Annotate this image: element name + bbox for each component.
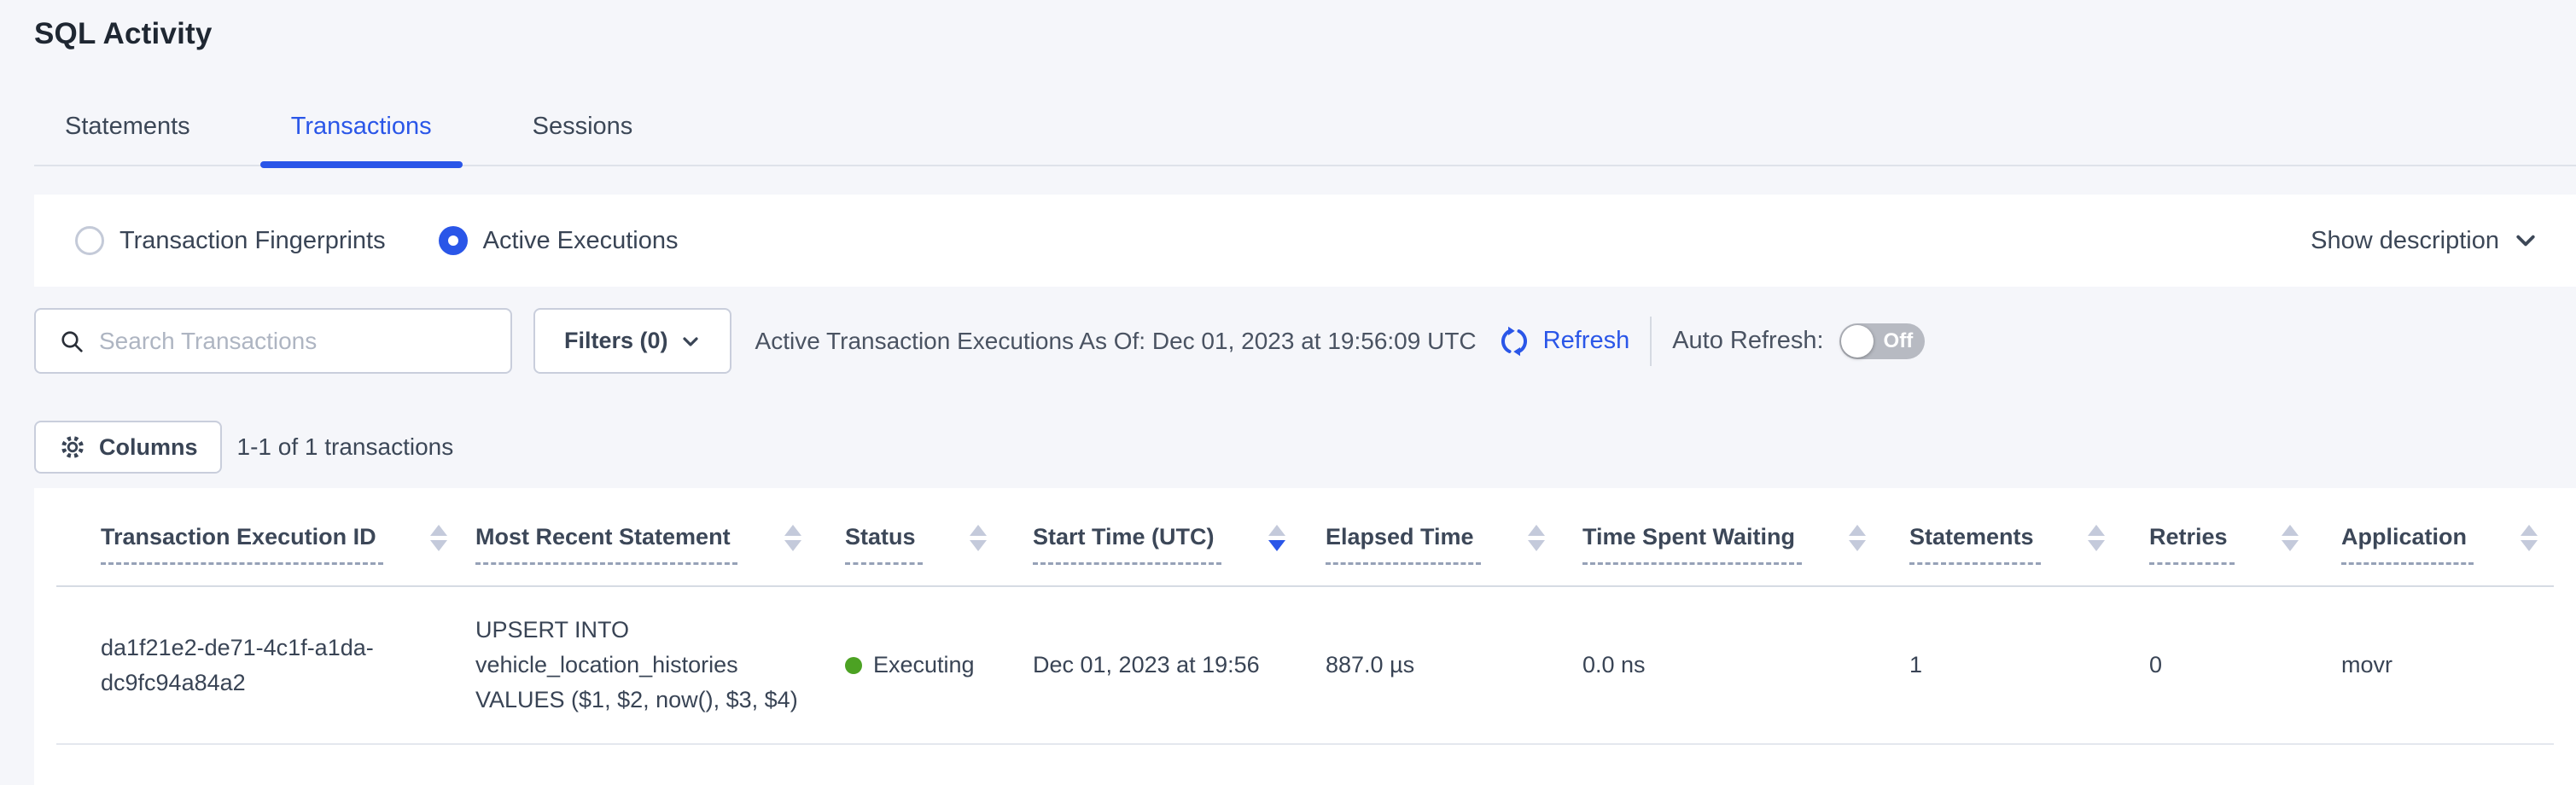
- search-input[interactable]: [99, 328, 475, 355]
- sort-arrows-icon: [430, 525, 447, 551]
- cell-transaction-execution-id: da1f21e2-de71-4c1f-a1da-dc9fc94a84a2: [56, 586, 475, 744]
- refresh-label: Refresh: [1543, 327, 1630, 355]
- filters-button[interactable]: Filters (0): [533, 308, 731, 374]
- columns-button[interactable]: Columns: [34, 421, 222, 474]
- cell-start-time: Dec 01, 2023 at 19:56: [1033, 586, 1326, 744]
- show-description-label: Show description: [2311, 227, 2499, 255]
- sort-arrows-icon: [784, 525, 801, 551]
- cell-application: movr: [2341, 586, 2554, 744]
- radio-active-executions[interactable]: Active Executions: [439, 226, 679, 255]
- tab-sessions[interactable]: Sessions: [502, 113, 664, 165]
- column-header-start-time[interactable]: Start Time (UTC): [1033, 488, 1326, 586]
- chevron-down-icon: [680, 331, 701, 352]
- sort-arrows-icon: [1849, 525, 1866, 551]
- radio-active-executions-label: Active Executions: [483, 227, 679, 255]
- cell-status: Executing: [845, 586, 1033, 744]
- cell-most-recent-statement: UPSERT INTO vehicle_location_histories V…: [475, 586, 845, 744]
- auto-refresh-label: Auto Refresh:: [1672, 327, 1823, 355]
- view-mode-radio-group: Transaction Fingerprints Active Executio…: [75, 226, 731, 255]
- search-icon: [58, 328, 85, 355]
- toolbar-divider: [1650, 317, 1652, 366]
- cell-retries: 0: [2149, 586, 2341, 744]
- tab-transactions[interactable]: Transactions: [260, 113, 463, 165]
- toggle-state-label: Off: [1884, 323, 1914, 359]
- toggle-knob: [1841, 325, 1874, 358]
- table-controls: Columns 1-1 of 1 transactions: [34, 421, 2576, 474]
- radio-selected-icon: [439, 226, 468, 255]
- sort-arrows-icon: [2521, 525, 2538, 551]
- radio-transaction-fingerprints-label: Transaction Fingerprints: [119, 227, 386, 255]
- table-row: da1f21e2-de71-4c1f-a1da-dc9fc94a84a2 UPS…: [56, 586, 2554, 744]
- column-header-elapsed-time[interactable]: Elapsed Time: [1326, 488, 1582, 586]
- result-count: 1-1 of 1 transactions: [237, 433, 454, 461]
- transactions-table-card: Transaction Execution ID Most Recent Sta…: [34, 488, 2576, 785]
- sort-arrows-icon: [2282, 525, 2299, 551]
- table-header-row: Transaction Execution ID Most Recent Sta…: [56, 488, 2554, 586]
- column-header-transaction-execution-id[interactable]: Transaction Execution ID: [56, 488, 475, 586]
- columns-button-label: Columns: [99, 434, 198, 461]
- radio-transaction-fingerprints[interactable]: Transaction Fingerprints: [75, 226, 386, 255]
- sort-arrows-icon: [1528, 525, 1545, 551]
- tab-statements[interactable]: Statements: [34, 113, 221, 165]
- cell-statements: 1: [1909, 586, 2149, 744]
- transactions-table: Transaction Execution ID Most Recent Sta…: [56, 488, 2554, 745]
- auto-refresh-toggle[interactable]: Off: [1839, 323, 1925, 359]
- page-title: SQL Activity: [34, 17, 2576, 51]
- column-header-statements[interactable]: Statements: [1909, 488, 2149, 586]
- filters-button-label: Filters (0): [564, 328, 668, 354]
- sort-arrows-icon: [970, 525, 987, 551]
- as-of-timestamp: Active Transaction Executions As Of: Dec…: [755, 328, 1477, 355]
- column-header-most-recent-statement[interactable]: Most Recent Statement: [475, 488, 845, 586]
- sort-arrows-icon: [2088, 525, 2105, 551]
- refresh-icon: [1495, 323, 1533, 360]
- gear-icon: [58, 433, 87, 462]
- column-header-time-spent-waiting[interactable]: Time Spent Waiting: [1582, 488, 1909, 586]
- sort-arrows-active-desc-icon: [1268, 525, 1285, 551]
- radio-unselected-icon: [75, 226, 104, 255]
- show-description-toggle[interactable]: Show description: [2311, 227, 2538, 255]
- tab-bar: Statements Transactions Sessions: [34, 113, 2576, 166]
- cell-elapsed-time: 887.0 µs: [1326, 586, 1582, 744]
- page-header: SQL Activity: [0, 0, 2576, 51]
- search-box[interactable]: [34, 308, 512, 374]
- cell-time-spent-waiting: 0.0 ns: [1582, 586, 1909, 744]
- view-mode-card: Transaction Fingerprints Active Executio…: [34, 195, 2576, 287]
- status-executing-dot-icon: [845, 657, 862, 674]
- column-header-retries[interactable]: Retries: [2149, 488, 2341, 586]
- toolbar: Filters (0) Active Transaction Execution…: [34, 308, 2576, 374]
- column-header-status[interactable]: Status: [845, 488, 1033, 586]
- chevron-down-icon: [2513, 228, 2538, 253]
- refresh-button[interactable]: Refresh: [1495, 323, 1630, 360]
- column-header-application[interactable]: Application: [2341, 488, 2554, 586]
- status-label: Executing: [873, 648, 975, 683]
